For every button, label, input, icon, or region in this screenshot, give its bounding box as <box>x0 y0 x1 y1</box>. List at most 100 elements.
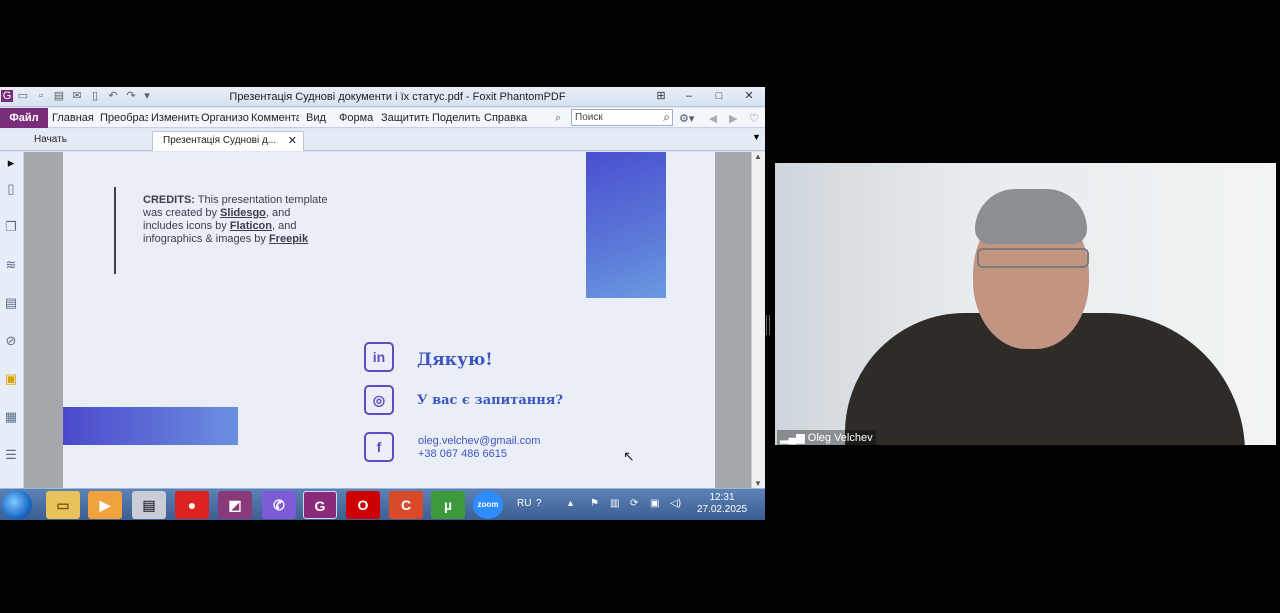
search-placeholder: Поиск <box>575 112 603 123</box>
save-icon[interactable]: ▫ <box>35 90 47 102</box>
email-icon[interactable]: ✉ <box>71 90 83 102</box>
participant-video: ▂▄▆ Oleg Velchev <box>775 163 1276 445</box>
thanks-heading: Дякую! <box>417 350 493 370</box>
menu-file[interactable]: Файл <box>0 108 48 128</box>
comments-icon[interactable]: ▤ <box>2 294 20 312</box>
recorder-icon[interactable]: ● <box>175 491 209 519</box>
tab-document-label: Презентація Судновi д... <box>163 135 277 146</box>
window-title: Презентація Судновi документи i їх стату… <box>229 91 566 103</box>
menu-form[interactable]: Форма <box>339 112 377 124</box>
update-icon[interactable]: ⟳ <box>630 498 638 509</box>
tab-start[interactable]: Начать <box>24 131 77 151</box>
decor-bar-bottom <box>63 407 238 445</box>
credits-label: CREDITS: <box>143 194 195 206</box>
instagram-icon: ◎ <box>364 385 394 415</box>
print-icon[interactable]: ▤ <box>53 90 65 102</box>
tab-list-icon[interactable]: ▼ <box>752 132 761 142</box>
page-icon[interactable]: ▯ <box>2 180 20 198</box>
pages-icon[interactable]: ❐ <box>2 218 20 236</box>
title-bar: G ▭ ▫ ▤ ✉ ▯ ↶ ↷ ▾ Презентація Судновi до… <box>0 87 765 107</box>
settings-icon[interactable]: ⚙▾ <box>679 112 694 125</box>
new-icon[interactable]: ▯ <box>89 90 101 102</box>
menu-bar: Файл Главная Преобразовать Изменить Орга… <box>0 108 765 128</box>
zoom-icon[interactable]: zoom <box>473 491 503 519</box>
start-button[interactable] <box>2 490 32 520</box>
facebook-icon: f <box>364 432 394 462</box>
scroll-down-icon[interactable]: ▼ <box>754 479 762 488</box>
foxit-taskbar-icon[interactable]: G <box>303 491 337 519</box>
find-icon[interactable]: ⌕ <box>555 112 561 125</box>
clock[interactable]: 12:31 27.02.2025 <box>690 492 754 516</box>
scroll-up-icon[interactable]: ▲ <box>754 152 762 161</box>
tray-expand-icon[interactable]: ▴ <box>568 498 573 509</box>
lock-icon[interactable]: ▣ <box>2 370 20 388</box>
expand-panel-icon[interactable]: ▸ <box>2 154 20 172</box>
participant-glasses <box>977 248 1089 268</box>
language-indicator[interactable]: RU <box>517 498 531 509</box>
credits-link-freepik[interactable]: Freepik <box>269 233 308 245</box>
phone-text: +38 067 486 6615 <box>418 448 508 460</box>
printer-icon[interactable]: ▤ <box>132 491 166 519</box>
media-player-icon[interactable]: ▶ <box>88 491 122 519</box>
credits-link-flaticon[interactable]: Flaticon <box>230 220 272 232</box>
search-icon[interactable]: ⌕ <box>663 110 670 125</box>
undo-icon[interactable]: ↶ <box>107 90 119 102</box>
menu-help[interactable]: Справка <box>484 112 534 124</box>
mouse-cursor-icon: ↖ <box>623 448 635 464</box>
search-input[interactable]: Поиск ⌕ <box>571 109 673 126</box>
redo-icon[interactable]: ↷ <box>125 90 137 102</box>
favorite-icon[interactable]: ♡ <box>749 112 759 125</box>
viber-icon[interactable]: ✆ <box>262 491 296 519</box>
close-button[interactable]: ✕ <box>740 89 758 103</box>
splitter-handle[interactable] <box>766 315 770 335</box>
menu-share[interactable]: Поделиться <box>432 112 480 124</box>
help-icon[interactable]: ? <box>536 498 542 509</box>
decor-bar-top <box>586 152 666 298</box>
minimize-button[interactable]: – <box>680 89 698 103</box>
menu-view[interactable]: Вид <box>306 112 336 124</box>
tab-document[interactable]: Презентація Судновi д... ✕ <box>152 131 304 151</box>
navigation-panel: ▸ ▯ ❐ ≋ ▤ ⊘ ▣ ▦ ☰ <box>0 152 24 488</box>
signal-icon: ▂▄▆ <box>780 432 808 444</box>
customize-icon[interactable]: ▾ <box>141 90 153 102</box>
maximize-button[interactable]: □ <box>710 89 728 103</box>
pdf-page: CREDITS: This presentation template was … <box>63 152 715 488</box>
menu-home[interactable]: Главная <box>52 112 98 124</box>
menu-organize[interactable]: Организовать <box>201 112 249 124</box>
menu-edit[interactable]: Изменить <box>151 112 199 124</box>
windows-taskbar: ▭ ▶ ▤ ● ◩ ✆ G O C µ zoom RU ? ▴ ⚑ ▥ ⟳ ▣ … <box>0 488 765 520</box>
menu-protect[interactable]: Защитить <box>381 112 429 124</box>
email-text: oleg.velchev@gmail.com <box>418 435 541 447</box>
explorer-icon[interactable]: ▭ <box>46 491 80 519</box>
volume-icon[interactable]: ◁) <box>670 498 681 509</box>
close-tab-icon[interactable]: ✕ <box>288 132 297 150</box>
shared-screen: G ▭ ▫ ▤ ✉ ▯ ↶ ↷ ▾ Презентація Судновi до… <box>0 87 765 520</box>
credits-link-slidesgo[interactable]: Slidesgo <box>220 207 266 219</box>
participant-hair <box>975 189 1087 244</box>
opera-icon[interactable]: O <box>346 491 380 519</box>
signature-icon[interactable]: ▦ <box>2 408 20 426</box>
menu-comment[interactable]: Комментарий <box>251 112 299 124</box>
list-icon[interactable]: ☰ <box>2 446 20 464</box>
questions-text: У вас є запитання? <box>417 393 564 408</box>
flag-icon[interactable]: ⚑ <box>590 498 599 509</box>
document-tabs: Начать Презентація Судновi д... ✕ ▼ <box>0 129 765 151</box>
layout-icon[interactable]: ⊞ <box>652 89 670 103</box>
ccleaner-icon[interactable]: C <box>389 491 423 519</box>
layers-icon[interactable]: ≋ <box>2 256 20 274</box>
device-icon[interactable]: ▣ <box>650 498 659 509</box>
utorrent-icon[interactable]: µ <box>431 491 465 519</box>
menu-convert[interactable]: Преобразовать <box>100 112 148 124</box>
attachment-icon[interactable]: ⊘ <box>2 332 20 350</box>
next-icon[interactable]: ▶ <box>729 112 737 125</box>
foxit-logo-icon: G <box>1 90 13 102</box>
participant-name: Oleg Velchev <box>807 432 873 444</box>
vertical-scrollbar[interactable]: ▲ ▼ <box>751 152 765 488</box>
clock-date: 27.02.2025 <box>696 504 748 515</box>
network-icon[interactable]: ▥ <box>610 498 619 509</box>
participant-name-tag: ▂▄▆ Oleg Velchev <box>777 430 876 445</box>
open-icon[interactable]: ▭ <box>17 90 29 102</box>
prev-icon[interactable]: ◀ <box>709 112 717 125</box>
clock-time: 12:31 <box>709 492 735 503</box>
app-icon[interactable]: ◩ <box>218 491 252 519</box>
